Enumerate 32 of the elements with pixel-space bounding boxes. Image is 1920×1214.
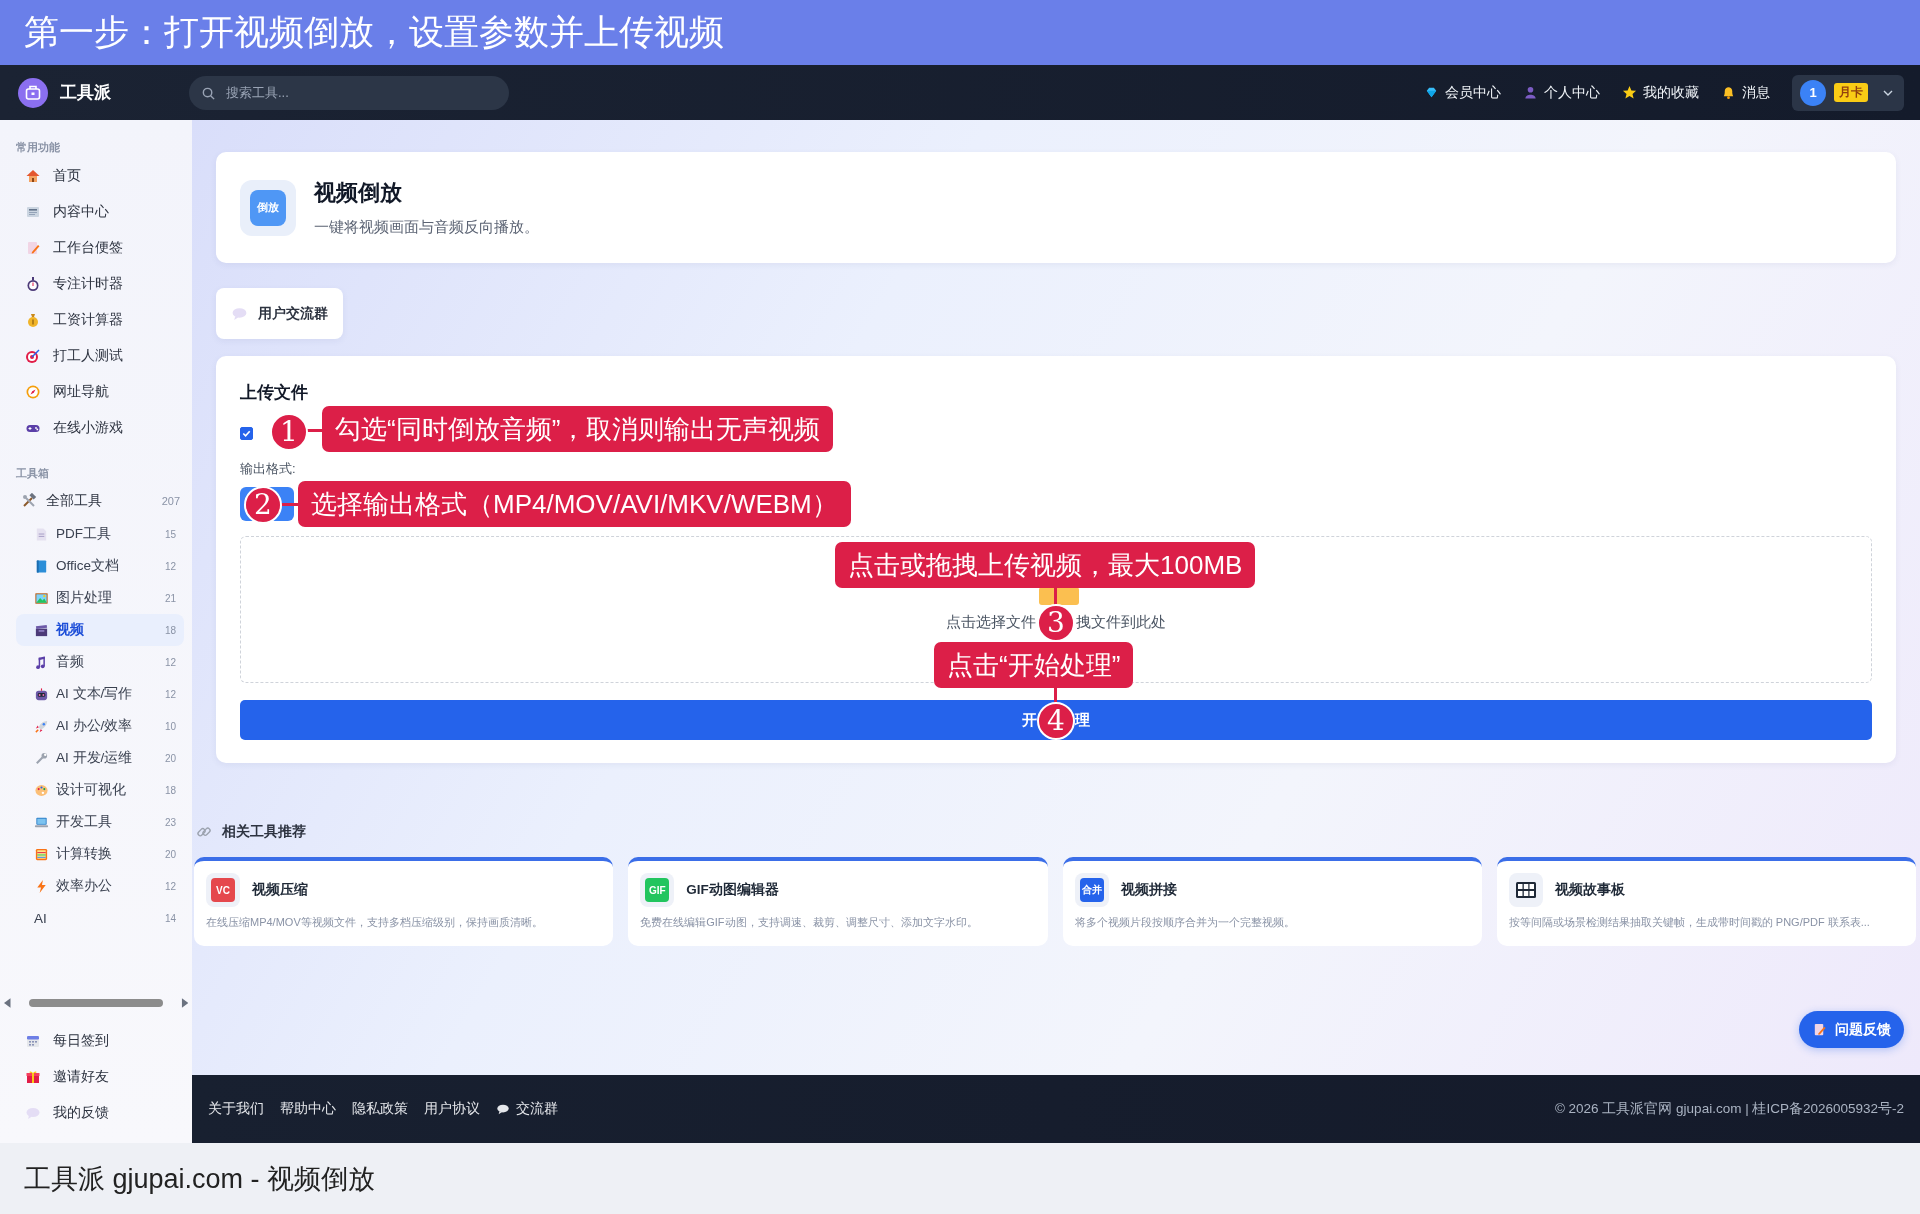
tool-card-title: 视频故事板 [1554, 881, 1625, 899]
section-title: 上传文件 [240, 382, 309, 404]
tool-card-description: 在线压缩MP4/MOV等视频文件，支持多档压缩级别，保持画质清晰。 [206, 915, 544, 930]
callout-tooltip: 点击或拖拽上传视频，最大100MB [835, 542, 1256, 588]
callout-tooltip: 点击“开始处理” [934, 642, 1134, 688]
step-number-tooltip: 3 [1037, 604, 1075, 642]
callout-tooltip: 选择输出格式（MP4/MOV/AVI/MKV/WEBM） [298, 481, 851, 527]
tool-card-title: 视频压缩 [252, 881, 308, 899]
user-avatar: 1 [1800, 79, 1826, 106]
callout-tooltip: 勾选“同时倒放音频”，取消则输出无声视频 [322, 406, 834, 452]
format-label: 输出格式: [240, 461, 297, 477]
sidebar-section-title: 常用功能 [15, 140, 61, 155]
tool-title: 视频倒放 [314, 179, 403, 207]
tool-card-description: 按等间隔或场景检测结果抽取关键帧，生成带时间戳的 PNG/PDF 联系表... [1508, 915, 1871, 930]
drop-hint: 拽文件到此处 [1076, 613, 1166, 632]
caption-title: 第一步：打开视频倒放，设置参数并上传视频 [24, 11, 724, 53]
membership-badge: 月卡 [1834, 83, 1868, 102]
tool-card-title: GIF动图编辑器 [686, 881, 779, 899]
tool-icon: VC [211, 878, 235, 902]
tool-icon: 合并 [1079, 878, 1104, 902]
caption-text: 工具派 gjupai.com - 视频倒放 [24, 1162, 376, 1196]
tool-card-title: 视频拼接 [1120, 881, 1177, 899]
tool-icon: 倒放 [240, 179, 296, 236]
drop-hint: 点击选择文件 [946, 613, 1036, 632]
tool-card-description: 将多个视频片段按顺序合并为一个完整视频。 [1074, 915, 1296, 930]
tool-card-description: 免费在线编辑GIF动图，支持调速、裁剪、调整尺寸、添加文字水印。 [640, 915, 979, 930]
tool-icon: GIF [645, 878, 670, 902]
sidebar-section-title: 工具箱 [15, 466, 50, 481]
step-number-tooltip: 1 [270, 413, 308, 451]
copyright-text: © 2026 工具派官网 gjupai.com | 桂ICP备2026005932号-2 [1554, 1100, 1904, 1118]
section-title: 相关工具推荐 [222, 823, 306, 841]
tool-description: 一键将视频画面与音频反向播放。 [314, 218, 539, 237]
